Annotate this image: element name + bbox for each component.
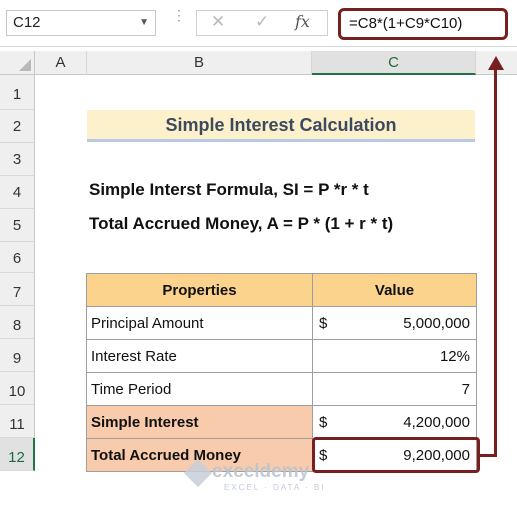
currency-symbol: $ — [319, 414, 328, 431]
watermark-name: exceldemy — [212, 461, 310, 482]
table-header-row: Properties Value — [86, 273, 477, 307]
row-header-10[interactable]: 10 — [0, 372, 35, 405]
column-header-b[interactable]: B — [87, 51, 312, 75]
header-properties[interactable]: Properties — [86, 273, 313, 307]
row-value-time-period[interactable]: 7 — [312, 372, 477, 406]
cell-value: 7 — [461, 381, 470, 398]
annotation-arrow-line — [494, 70, 497, 456]
row-header-4[interactable]: 4 — [0, 176, 35, 209]
selected-cell-highlight — [312, 437, 480, 473]
resize-handle-icon[interactable]: ⋮ — [172, 8, 186, 34]
cancel-icon[interactable]: ✕ — [211, 12, 225, 32]
table-row: Simple Interest $ 4,200,000 — [86, 405, 477, 439]
currency-symbol: $ — [319, 315, 328, 332]
cell-value: 5,000,000 — [403, 315, 470, 332]
row-value-interest-rate[interactable]: 12% — [312, 339, 477, 373]
formula-bar: C12 ▼ ⋮ ✕ ✓ fx =C8*(1+C9*C10) — [0, 0, 517, 47]
chevron-down-icon[interactable]: ▼ — [139, 11, 149, 35]
select-all-corner[interactable] — [0, 51, 35, 75]
arrow-up-icon — [488, 56, 504, 70]
enter-icon[interactable]: ✓ — [255, 12, 269, 32]
table-row: Time Period 7 — [86, 372, 477, 406]
cell-value: 4,200,000 — [403, 414, 470, 431]
row-header-9[interactable]: 9 — [0, 339, 35, 372]
row-label-time-period[interactable]: Time Period — [86, 372, 313, 406]
row-header-2[interactable]: 2 — [0, 110, 35, 143]
row-header-5[interactable]: 5 — [0, 209, 35, 242]
row-header-7[interactable]: 7 — [0, 273, 35, 306]
watermark-tagline: EXCEL · DATA · BI — [224, 483, 326, 492]
column-header-a[interactable]: A — [35, 51, 87, 75]
name-box-value: C12 — [13, 14, 41, 31]
column-header-c[interactable]: C — [312, 51, 476, 75]
row-value-simple-interest[interactable]: $ 4,200,000 — [312, 405, 477, 439]
formula-buttons: ✕ ✓ fx — [196, 10, 328, 36]
row-label-interest-rate[interactable]: Interest Rate — [86, 339, 313, 373]
row-label-principal[interactable]: Principal Amount — [86, 306, 313, 340]
name-box[interactable]: C12 ▼ — [6, 10, 156, 36]
row-header-1[interactable]: 1 — [0, 75, 35, 110]
insert-function-icon[interactable]: fx — [295, 12, 310, 31]
annotation-arrow-connector — [480, 454, 497, 457]
cell-value: 12% — [439, 348, 470, 365]
row-header-11[interactable]: 11 — [0, 405, 35, 438]
row-value-principal[interactable]: $ 5,000,000 — [312, 306, 477, 340]
table-row: Interest Rate 12% — [86, 339, 477, 373]
row-header-12[interactable]: 12 — [0, 438, 35, 471]
accrued-money-formula-text: Total Accrued Money, A = P * (1 + r * t) — [89, 214, 394, 233]
row-label-simple-interest[interactable]: Simple Interest — [86, 405, 313, 439]
simple-interest-formula-text: Simple Interst Formula, SI = P *r * t — [89, 180, 369, 199]
header-value[interactable]: Value — [312, 273, 477, 307]
row-header-6[interactable]: 6 — [0, 242, 35, 273]
sheet-title: Simple Interest Calculation — [87, 110, 475, 142]
formula-input[interactable]: =C8*(1+C9*C10) — [338, 8, 508, 40]
table-row: Principal Amount $ 5,000,000 — [86, 306, 477, 340]
row-header-8[interactable]: 8 — [0, 306, 35, 339]
row-header-3[interactable]: 3 — [0, 143, 35, 176]
